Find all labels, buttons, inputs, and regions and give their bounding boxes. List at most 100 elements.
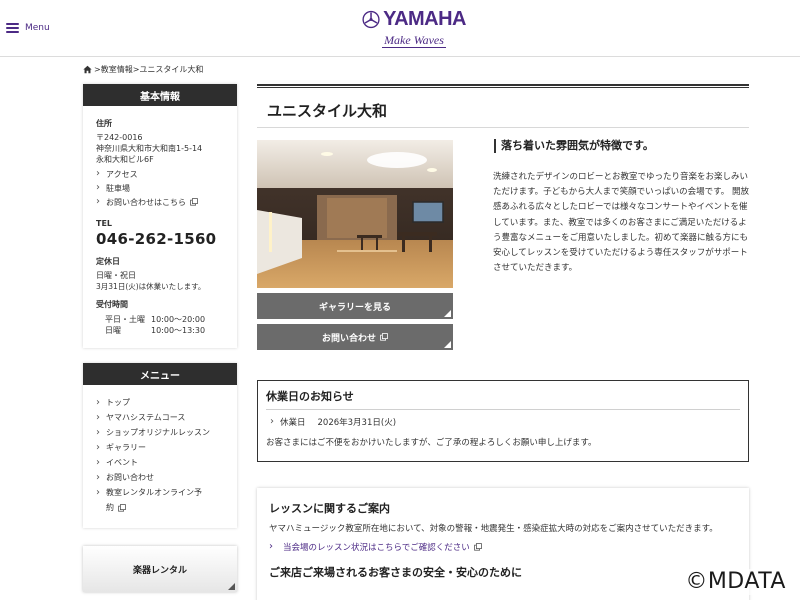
- logo-tagline: Make Waves: [382, 33, 446, 48]
- hours-day: 日曜: [105, 326, 121, 335]
- address-label: 住所: [96, 119, 112, 128]
- menu-item-original-lesson[interactable]: › ショップオリジナルレッスン: [96, 425, 224, 440]
- lobby-photo: [257, 140, 453, 288]
- closed-note: 3月31日(火)は休業いたします。: [96, 282, 206, 291]
- building-name: 永和大和ビル6F: [96, 155, 154, 164]
- corner-arrow-icon: [228, 583, 235, 590]
- tuning-fork-logo-icon: [362, 10, 380, 28]
- chevron-right-icon: ›: [96, 396, 100, 408]
- menu-item-room-rental[interactable]: › 教室レンタルオンライン予: [96, 485, 224, 500]
- breadcrumb-separator: >: [94, 64, 101, 74]
- chevron-right-icon: ›: [96, 426, 100, 438]
- lesson-status-link-label: 当会場のレッスン状況はこちらでご確認ください: [283, 543, 470, 553]
- chevron-right-icon: ›: [96, 486, 100, 498]
- safety-heading: ご来店ご来場されるお客さまの安全・安心のために: [269, 566, 522, 579]
- home-icon[interactable]: [83, 65, 92, 74]
- feature-subheading: 落ち着いた雰囲気が特徴です。: [494, 139, 654, 153]
- logo-wordmark: YAMAHA: [383, 7, 466, 30]
- closed-day-label: 定休日: [96, 257, 120, 266]
- title-divider: [257, 127, 749, 128]
- lesson-status-link[interactable]: › 当会場のレッスン状況はこちらでご確認ください: [269, 541, 737, 553]
- basic-info-panel: 基本情報 住所 〒242-0016 神奈川県大和市大和南1-5-14 永和大和ビ…: [83, 84, 237, 348]
- external-window-icon: [190, 198, 198, 206]
- menu-item-label: 教室レンタルオンライン予: [106, 488, 202, 497]
- menu-button[interactable]: Menu: [6, 20, 50, 36]
- menu-item-event[interactable]: › イベント: [96, 455, 224, 470]
- menu-item-label: ヤマハシステムコース: [106, 413, 186, 422]
- chevron-right-icon: ›: [96, 441, 100, 453]
- instrument-rental-button[interactable]: 楽器レンタル: [83, 546, 237, 592]
- tel-label: TEL: [96, 219, 113, 228]
- instrument-rental-label: 楽器レンタル: [132, 565, 187, 576]
- menu-heading: メニュー: [83, 363, 237, 385]
- menu-item-label: 約: [106, 503, 114, 512]
- gallery-button-label: ギャラリーを見る: [318, 302, 391, 313]
- notice-item: › 休業日 2026年3月31日(火): [266, 416, 740, 429]
- lesson-info-panel: レッスンに関するご案内 ヤマハミュージック教室所在地において、対象の警報・地震発…: [257, 488, 749, 600]
- notice-message: お客さまにはご不便をおかけいたしますが、ご了承の程よろしくお願い申し上げます。: [266, 438, 597, 448]
- chevron-right-icon: ›: [96, 182, 100, 193]
- chevron-right-icon: ›: [96, 196, 100, 207]
- external-window-icon: [380, 333, 388, 341]
- menu-item-label: イベント: [106, 458, 138, 467]
- hours-time: 10:00～13:30: [151, 326, 206, 335]
- external-window-icon: [118, 503, 126, 512]
- menu-item-room-rental-cont[interactable]: 約: [96, 500, 224, 515]
- contact-button[interactable]: お問い合わせ: [257, 324, 453, 350]
- address-line: 神奈川県大和市大和南1-5-14: [96, 144, 203, 153]
- breadcrumb-current: ユニスタイル大和: [139, 64, 204, 74]
- corner-arrow-icon: [444, 310, 451, 317]
- inquiry-link-label: お問い合わせはこちら: [106, 197, 186, 207]
- menu-item-system-course[interactable]: › ヤマハシステムコース: [96, 410, 224, 425]
- chevron-right-icon: ›: [96, 411, 100, 423]
- parking-link-label: 駐車場: [106, 183, 130, 193]
- hours-day: 平日・土曜: [105, 315, 145, 324]
- breadcrumb-classroom-info[interactable]: 教室情報: [101, 64, 133, 75]
- breadcrumb: > 教室情報 > ユニスタイル大和: [83, 63, 203, 75]
- closed-days: 日曜・祝日: [96, 271, 136, 280]
- contact-button-label: お問い合わせ: [321, 333, 376, 344]
- menu-item-inquiry[interactable]: › お問い合わせ: [96, 470, 224, 485]
- gallery-button[interactable]: ギャラリーを見る: [257, 293, 453, 319]
- page-title: ユニスタイル大和: [267, 102, 388, 120]
- breadcrumb-separator: >: [132, 64, 140, 74]
- menu-item-label: トップ: [106, 398, 130, 407]
- basic-info-heading: 基本情報: [83, 84, 237, 106]
- menu-item-label: ギャラリー: [106, 443, 146, 452]
- hamburger-icon: [6, 23, 19, 33]
- menu-item-gallery[interactable]: › ギャラリー: [96, 440, 224, 455]
- holiday-notice: 休業日のお知らせ › 休業日 2026年3月31日(火) お客さまにはご不便をお…: [257, 380, 749, 462]
- title-top-rule: [257, 84, 749, 88]
- menu-label: Menu: [25, 23, 50, 33]
- menu-item-label: ショップオリジナルレッスン: [106, 428, 210, 437]
- copyright-watermark: ©MDATA: [683, 569, 788, 595]
- menu-item-label: お問い合わせ: [106, 473, 154, 482]
- notice-item-label: 休業日: [280, 418, 306, 428]
- hours-label: 受付時間: [96, 300, 128, 309]
- hours-row: 日曜 10:00～13:30: [96, 325, 224, 336]
- yamaha-logo[interactable]: YAMAHA Make Waves: [362, 6, 466, 50]
- site-header: Menu YAMAHA Make Waves: [0, 0, 800, 57]
- access-link-label: アクセス: [106, 169, 138, 179]
- external-window-icon: [473, 543, 482, 551]
- phone-number[interactable]: 046-262-1560: [96, 230, 224, 248]
- parking-link[interactable]: › 駐車場: [96, 181, 224, 195]
- lesson-info-text: ヤマハミュージック教室所在地において、対象の警報・地震発生・感染症拡大時の対応を…: [269, 524, 718, 534]
- lobby-photo-image: [257, 140, 453, 288]
- chevron-right-icon: ›: [269, 541, 273, 552]
- hours-row: 平日・土曜 10:00～20:00: [96, 314, 224, 325]
- chevron-right-icon: ›: [270, 416, 274, 427]
- access-link[interactable]: › アクセス: [96, 167, 224, 181]
- notice-item-date: 2026年3月31日(火): [317, 418, 397, 428]
- notice-title: 休業日のお知らせ: [266, 388, 740, 410]
- postal-code: 〒242-0016: [96, 133, 143, 142]
- chevron-right-icon: ›: [96, 456, 100, 468]
- menu-panel: メニュー › トップ › ヤマハシステムコース › ショップオリジナルレッスン …: [83, 363, 237, 528]
- chevron-right-icon: ›: [96, 168, 100, 179]
- inquiry-link[interactable]: › お問い合わせはこちら: [96, 195, 224, 209]
- menu-item-top[interactable]: › トップ: [96, 395, 224, 410]
- lesson-info-title: レッスンに関するご案内: [269, 502, 390, 515]
- hours-time: 10:00～20:00: [151, 315, 206, 324]
- corner-arrow-icon: [444, 341, 451, 348]
- classroom-description: 洗練されたデザインのロビーとお教室でゆったり音楽をお楽しみいただけます。子どもか…: [493, 172, 750, 274]
